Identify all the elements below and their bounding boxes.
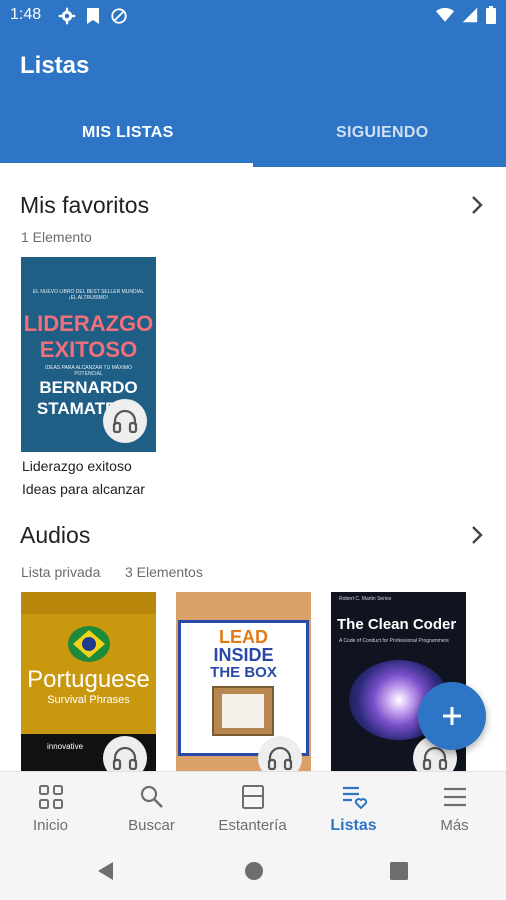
cover-subtitle: IDEAS PARA ALCANZAR TU MÁXIMO POTENCIAL bbox=[45, 365, 132, 377]
cover-subtitle: A Code of Conduct for Professional Progr… bbox=[339, 638, 449, 644]
favorites-count: 1 Elemento bbox=[21, 229, 92, 245]
tab-siguiendo[interactable]: SIGUIENDO bbox=[336, 124, 429, 142]
add-list-button[interactable] bbox=[418, 682, 486, 750]
nav-mas[interactable]: Más bbox=[404, 772, 505, 843]
menu-icon bbox=[444, 787, 466, 807]
cover-title: LIDERAZGO EXITOSO bbox=[21, 311, 156, 363]
app-bar: 1:48 Listas MIS LISTAS SIGUIENDO bbox=[0, 0, 506, 167]
grid-icon bbox=[39, 785, 63, 809]
brazil-flag-icon bbox=[68, 626, 110, 662]
cover-line1: LEAD bbox=[219, 627, 268, 647]
nav-buscar[interactable]: Buscar bbox=[101, 772, 202, 843]
page-title: Listas bbox=[20, 52, 90, 79]
search-icon bbox=[140, 785, 163, 808]
settings-icon bbox=[58, 7, 76, 25]
nav-label: Listas bbox=[330, 817, 377, 834]
nav-label: Estantería bbox=[218, 817, 287, 834]
headphones-icon bbox=[267, 746, 293, 770]
wifi-icon bbox=[436, 7, 454, 22]
cover-title-line1: LIDERAZGO bbox=[23, 311, 154, 336]
tab-mis-listas[interactable]: MIS LISTAS bbox=[82, 124, 174, 142]
back-icon[interactable] bbox=[96, 861, 116, 881]
cover-line2: INSIDE bbox=[213, 645, 274, 665]
nav-label: Más bbox=[440, 817, 469, 834]
signal-icon bbox=[462, 7, 478, 23]
headphones-icon bbox=[112, 409, 138, 433]
headphones-icon bbox=[422, 746, 448, 770]
battery-icon bbox=[486, 6, 496, 24]
cover-title: Portuguese bbox=[27, 666, 150, 693]
book-subtitle: Ideas para alcanzar bbox=[22, 481, 145, 497]
nav-inicio[interactable]: Inicio bbox=[0, 772, 101, 843]
system-navigation bbox=[0, 842, 506, 900]
nav-label: Buscar bbox=[128, 817, 175, 834]
cover-author-line1: BERNARDO bbox=[39, 378, 138, 397]
cover-box-graphic bbox=[212, 686, 274, 736]
cover-series: Robert C. Martin Series bbox=[339, 596, 392, 602]
cover-brand: innovative bbox=[47, 742, 84, 751]
cover-title: The Clean Coder bbox=[337, 616, 457, 633]
cover-band bbox=[21, 592, 156, 614]
nav-estanteria[interactable]: Estantería bbox=[202, 772, 303, 843]
status-time: 1:48 bbox=[10, 6, 42, 23]
status-bar: 1:48 bbox=[0, 0, 506, 32]
chevron-right-icon[interactable] bbox=[470, 524, 484, 546]
home-icon[interactable] bbox=[244, 861, 264, 881]
lists-heart-icon bbox=[343, 786, 368, 810]
audiobook-badge bbox=[103, 399, 147, 443]
bookmark-icon bbox=[87, 8, 99, 24]
cover-tagline: EL NUEVO LIBRO DEL BEST SELLER MUNDIAL ¡… bbox=[32, 289, 145, 301]
bottom-navigation: Inicio Buscar Estantería Listas Más bbox=[0, 771, 506, 842]
book-cover-lead-inside-the-box[interactable]: LEAD INSIDE THE BOX bbox=[176, 592, 311, 771]
tab-indicator bbox=[0, 163, 253, 167]
nav-listas[interactable]: Listas bbox=[303, 772, 404, 843]
shelf-icon bbox=[242, 785, 264, 809]
cover-title-line2: EXITOSO bbox=[39, 337, 138, 362]
audios-privacy: Lista privada bbox=[21, 564, 101, 580]
headphones-icon bbox=[112, 746, 138, 770]
book-cover-portuguese[interactable]: Portuguese Survival Phrases innovative bbox=[21, 592, 156, 771]
cover-subtitle: Survival Phrases bbox=[47, 694, 130, 706]
book-cover-liderazgo[interactable]: EL NUEVO LIBRO DEL BEST SELLER MUNDIAL ¡… bbox=[21, 257, 156, 452]
cover-line3: THE BOX bbox=[210, 664, 277, 681]
audios-count: 3 Elementos bbox=[125, 564, 203, 580]
recents-icon[interactable] bbox=[390, 862, 408, 880]
book-title: Liderazgo exitoso bbox=[22, 458, 132, 474]
plus-icon bbox=[443, 707, 461, 725]
audios-title[interactable]: Audios bbox=[20, 522, 90, 549]
nav-label: Inicio bbox=[32, 817, 69, 834]
chevron-right-icon[interactable] bbox=[470, 194, 484, 216]
favorites-title[interactable]: Mis favoritos bbox=[20, 192, 149, 219]
data-saver-icon bbox=[111, 8, 127, 24]
